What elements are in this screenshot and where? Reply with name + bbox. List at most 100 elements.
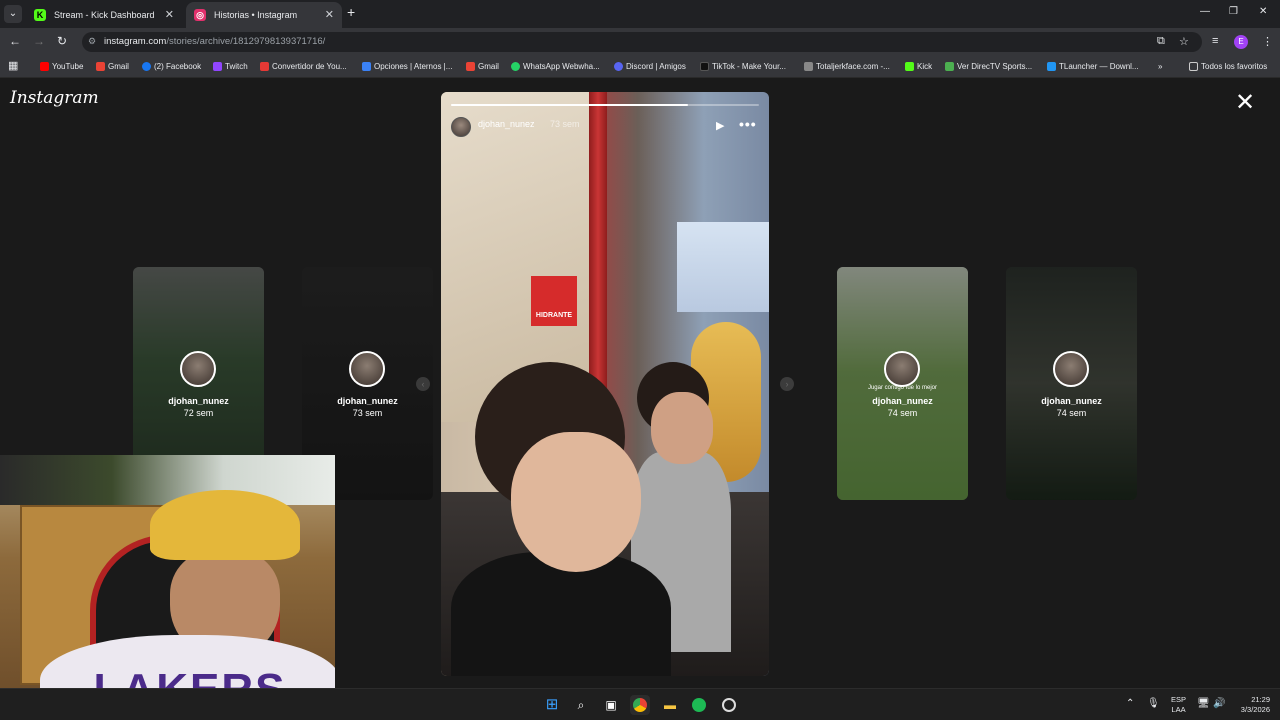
youtube-icon (40, 62, 49, 71)
tiktok-icon (700, 62, 709, 71)
all-bookmarks-folder[interactable]: Todos los favoritos (1189, 60, 1267, 74)
more-options-icon[interactable]: ••• (739, 116, 757, 132)
restore-icon[interactable]: ❐ (1229, 6, 1238, 17)
url-path: /stories/archive/18129798139371716/ (166, 36, 326, 47)
story-time: 74 sem (1056, 408, 1087, 418)
instagram-logo[interactable]: Instagram (10, 88, 99, 108)
new-tab-button[interactable]: + (347, 4, 355, 20)
story-progress-fill (451, 104, 689, 106)
profile-avatar[interactable]: E (1234, 35, 1248, 49)
tab-kick-dashboard[interactable]: K Stream - Kick Dashboard ✕ (26, 2, 182, 28)
bookmark-youtube[interactable]: YouTube (40, 60, 83, 74)
story-username: djohan_nunez (1041, 396, 1102, 406)
bookmark-gmail[interactable]: Gmail (96, 60, 129, 74)
story-time: 73 sem (352, 408, 383, 418)
minimize-icon[interactable]: — (1200, 6, 1210, 17)
tab-title: Stream - Kick Dashboard (54, 10, 155, 20)
story-progress-bar (451, 104, 759, 106)
avatar (180, 351, 216, 387)
avatar (884, 351, 920, 387)
url-host: instagram.com (104, 36, 167, 47)
chrome-icon[interactable] (630, 695, 650, 715)
bookmark-kick[interactable]: Kick (905, 60, 932, 74)
back-arrow-icon[interactable]: ← (9, 34, 21, 48)
bookmark-tlauncher[interactable]: TLauncher — Downl... (1047, 60, 1139, 74)
avatar (349, 351, 385, 387)
bookmarks-overflow-button[interactable]: » (1158, 60, 1162, 74)
webcam-overlay: LAKERS (0, 455, 335, 713)
story-time: 72 sem (183, 408, 214, 418)
bookmark-discord[interactable]: Discord | Amigos (614, 60, 686, 74)
spotify-icon[interactable] (689, 695, 709, 715)
discord-icon (614, 62, 623, 71)
tab-search-icon[interactable]: ⌄ (4, 5, 22, 23)
story-username: djohan_nunez (168, 396, 229, 406)
story-preview-3[interactable]: Jugar contigo fue lo mejor djohan_nunez … (837, 267, 968, 500)
bookmark-aternos[interactable]: Opciones | Aternos |... (362, 60, 452, 74)
bookmark-gmail-2[interactable]: Gmail (466, 60, 499, 74)
close-icon[interactable]: ✕ (1234, 91, 1256, 115)
bookmark-totaljerkface[interactable]: Totaljerkface.com -... (804, 60, 890, 74)
avatar[interactable] (451, 117, 471, 137)
address-bar[interactable]: ⚙ instagram.com/stories/archive/18129798… (82, 32, 1202, 52)
bookmark-whatsapp[interactable]: WhatsApp Webwha... (511, 60, 600, 74)
gmail-icon (96, 62, 105, 71)
tab-instagram-stories[interactable]: ◎ Historias • Instagram ✕ (186, 2, 342, 28)
microphone-icon[interactable]: 🎙 (1147, 698, 1160, 709)
reload-icon[interactable]: ↻ (57, 34, 67, 48)
bookmark-twitch[interactable]: Twitch (213, 60, 248, 74)
tlauncher-icon (1047, 62, 1056, 71)
close-window-icon[interactable]: ✕ (1259, 6, 1267, 17)
forward-arrow-icon[interactable]: → (33, 34, 45, 48)
apps-grid-icon[interactable]: ▦ (8, 59, 18, 73)
twitch-icon (213, 62, 222, 71)
obs-icon[interactable] (719, 695, 739, 715)
more-menu-icon[interactable]: ⋮ (1262, 35, 1273, 48)
hydrant-sign: HIDRANTE (531, 276, 577, 326)
bookmark-youtube-converter[interactable]: Convertidor de You... (260, 60, 347, 74)
task-view-icon[interactable]: ▣ (601, 695, 621, 715)
instagram-icon: ◎ (194, 9, 206, 21)
totaljerkface-icon (804, 62, 813, 71)
browser-tab-bar: ⌄ K Stream - Kick Dashboard ✕ ◎ Historia… (0, 0, 1280, 28)
story-main-viewer[interactable]: HIDRANTE djohan_nunez 73 sem ▶ ••• (441, 92, 769, 676)
bookmarks-bar: ▦ YouTube Gmail (2) Facebook Twitch Conv… (0, 56, 1280, 78)
next-story-chevron-icon[interactable]: › (780, 377, 794, 391)
network-icon[interactable]: 🖥 (1197, 698, 1210, 709)
story-username: djohan_nunez (872, 396, 933, 406)
volume-icon[interactable]: 🔊 (1213, 698, 1225, 709)
tab-title: Historias • Instagram (214, 10, 298, 20)
input-language[interactable]: ESP LAA (1171, 695, 1186, 715)
tray-chevron-up-icon[interactable]: ⌃ (1126, 698, 1134, 709)
close-icon[interactable]: ✕ (165, 2, 174, 28)
file-explorer-icon[interactable]: ▬ (660, 695, 680, 715)
windows-start-icon[interactable]: ⊞ (542, 695, 562, 715)
download-icon (260, 62, 269, 71)
windows-taskbar: ⊞ ⌕ ▣ ▬ ⌃ 🎙 ESP LAA 🖥 🔊 21:29 3/3/2026 (0, 688, 1280, 720)
bookmark-star-icon[interactable]: ☆ (1179, 35, 1189, 48)
story-username[interactable]: djohan_nunez (478, 119, 535, 129)
whatsapp-icon (511, 62, 520, 71)
avatar (1053, 351, 1089, 387)
kick-icon: K (34, 9, 46, 21)
play-icon[interactable]: ▶ (716, 119, 728, 132)
aternos-icon (362, 62, 371, 71)
bookmark-directv[interactable]: Ver DirecTV Sports... (945, 60, 1032, 74)
search-icon[interactable]: ⌕ (571, 695, 591, 715)
story-time: 74 sem (887, 408, 918, 418)
folder-icon (1189, 62, 1198, 71)
reading-list-icon[interactable]: ≡ (1212, 35, 1218, 47)
bookmark-facebook[interactable]: (2) Facebook (142, 60, 201, 74)
close-icon[interactable]: ✕ (325, 2, 334, 28)
story-username: djohan_nunez (337, 396, 398, 406)
story-preview-4[interactable]: djohan_nunez 74 sem (1006, 267, 1137, 500)
kick-icon (905, 62, 914, 71)
cast-icon[interactable]: ⧉ (1157, 35, 1165, 48)
site-info-icon[interactable]: ⚙ (88, 36, 100, 48)
story-time: 73 sem (550, 119, 580, 129)
directv-icon (945, 62, 954, 71)
facebook-icon (142, 62, 151, 71)
previous-story-chevron-icon[interactable]: ‹ (416, 377, 430, 391)
bookmark-tiktok[interactable]: TikTok - Make Your... (700, 60, 786, 74)
system-clock[interactable]: 21:29 3/3/2026 (1230, 695, 1270, 715)
